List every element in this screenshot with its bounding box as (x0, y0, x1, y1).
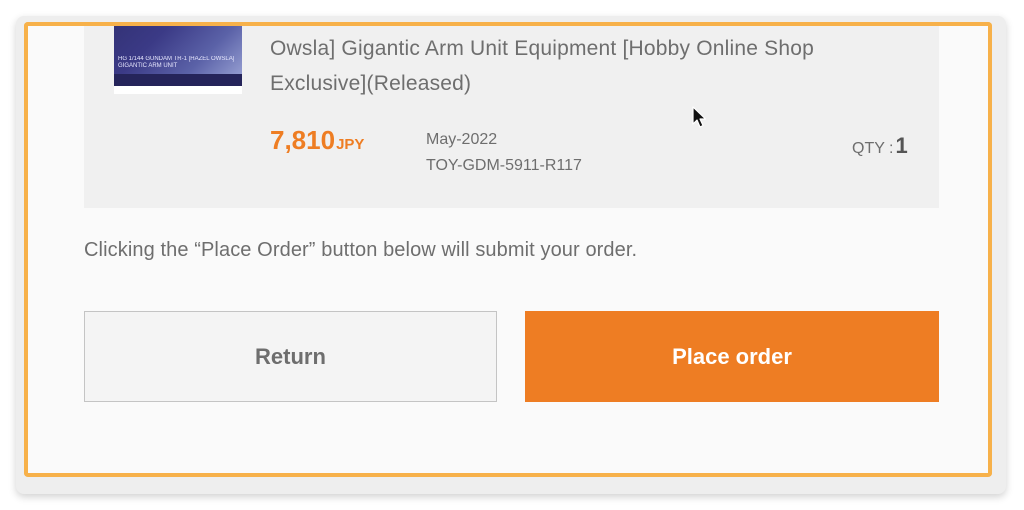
order-confirmation-panel: HG 1/144 GUNDAM TR-1 [HAZEL OWSLA] GIGAN… (24, 22, 992, 477)
product-box-strip (114, 74, 242, 86)
quantity-label: QTY : (852, 140, 894, 157)
product-title[interactable]: (Pre-owned ITEM:A-/BOX:B)HG 1/144 Gundam… (270, 22, 890, 101)
mouse-pointer-icon (692, 106, 707, 128)
product-box-caption: HG 1/144 GUNDAM TR-1 [HAZEL OWSLA] GIGAN… (118, 56, 235, 69)
price-value: 7,810 (270, 125, 336, 155)
quantity-value: 1 (895, 133, 908, 158)
product-thumbnail[interactable]: HG 1/144 GUNDAM TR-1 [HAZEL OWSLA] GIGAN… (114, 22, 242, 94)
product-price: 7,810JPY (270, 125, 364, 156)
order-item-card: HG 1/144 GUNDAM TR-1 [HAZEL OWSLA] GIGAN… (84, 22, 939, 208)
highlight-top-border (24, 22, 992, 26)
submit-notice: Clicking the “Place Order” button below … (84, 239, 638, 261)
price-currency: JPY (336, 136, 365, 153)
product-box-art: HG 1/144 GUNDAM TR-1 [HAZEL OWSLA] GIGAN… (114, 22, 242, 86)
product-sku: TOY-GDM-5911-R117 (426, 157, 582, 174)
return-button[interactable]: Return (84, 311, 497, 402)
release-date: May-2022 (426, 131, 498, 148)
place-order-button[interactable]: Place order (525, 311, 939, 402)
quantity: QTY :1 (852, 133, 908, 159)
